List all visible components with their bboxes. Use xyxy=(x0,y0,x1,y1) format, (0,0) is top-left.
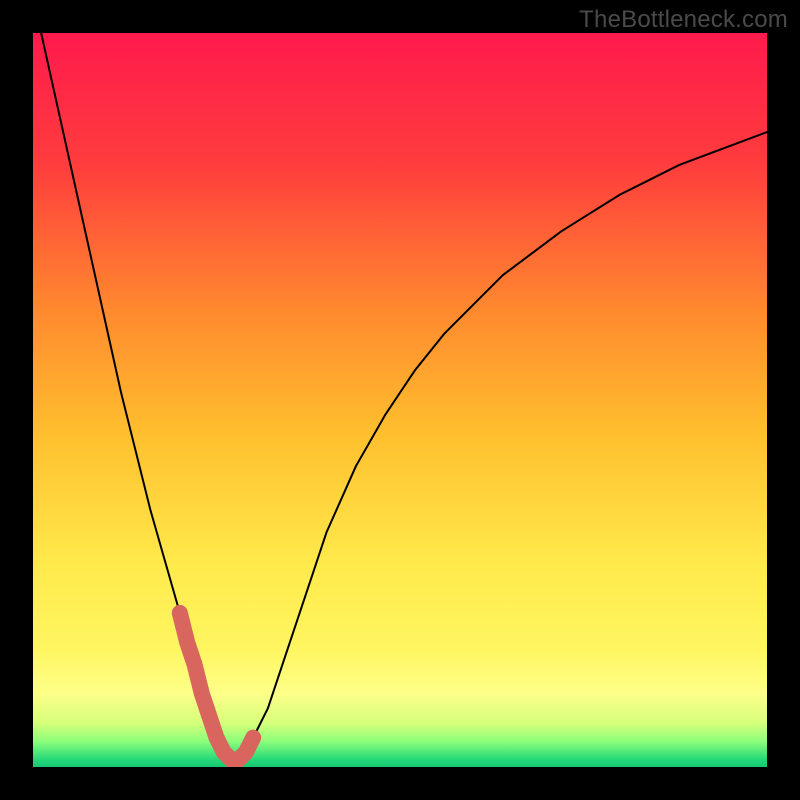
watermark-text: TheBottleneck.com xyxy=(579,6,788,34)
gradient-background xyxy=(33,33,767,767)
chart-plot-area xyxy=(33,33,767,767)
chart-svg xyxy=(33,33,767,767)
outer-frame: TheBottleneck.com xyxy=(0,0,800,800)
